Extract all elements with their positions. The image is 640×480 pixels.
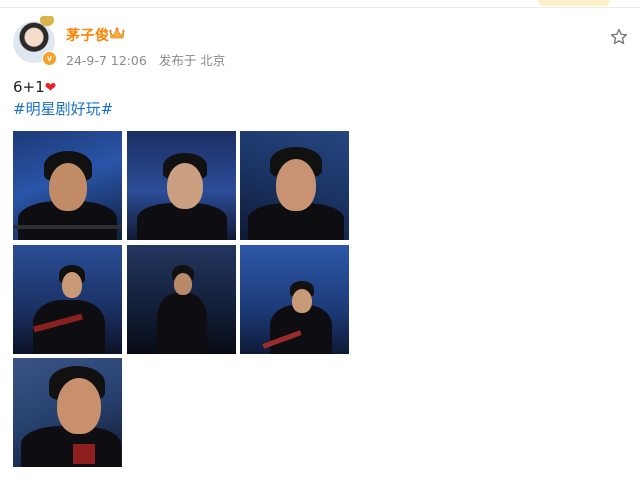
post-text-content: 6+1 [13, 78, 45, 96]
post-text: 6+1❤ [13, 78, 56, 96]
post-date[interactable]: 24-9-7 12:06 [66, 53, 147, 68]
image-thumb-2[interactable] [127, 131, 236, 240]
image-thumb-5[interactable] [127, 245, 236, 354]
avatar-pendant-icon [40, 16, 54, 26]
image-thumb-3[interactable] [240, 131, 349, 240]
verified-badge-icon: v [42, 51, 57, 66]
star-icon[interactable] [610, 28, 628, 46]
avatar[interactable]: v [13, 16, 57, 66]
username[interactable]: 茅子俊 [66, 25, 110, 45]
image-thumb-1[interactable] [13, 131, 122, 240]
post-location: 发布于 北京 [158, 53, 226, 68]
image-thumb-4[interactable] [13, 245, 122, 354]
post-meta: 24-9-7 12:06 发布于 北京 [66, 50, 233, 69]
hashtag-link[interactable]: #明星剧好玩# [13, 98, 113, 119]
image-thumb-6[interactable] [240, 245, 349, 354]
weibo-post: v 茅子俊 24-9-7 12:06 发布于 北京 6+1❤ #明星剧好玩# [0, 0, 640, 480]
image-thumb-7[interactable] [13, 358, 122, 467]
crown-icon [109, 27, 125, 39]
heart-icon: ❤ [44, 80, 57, 96]
